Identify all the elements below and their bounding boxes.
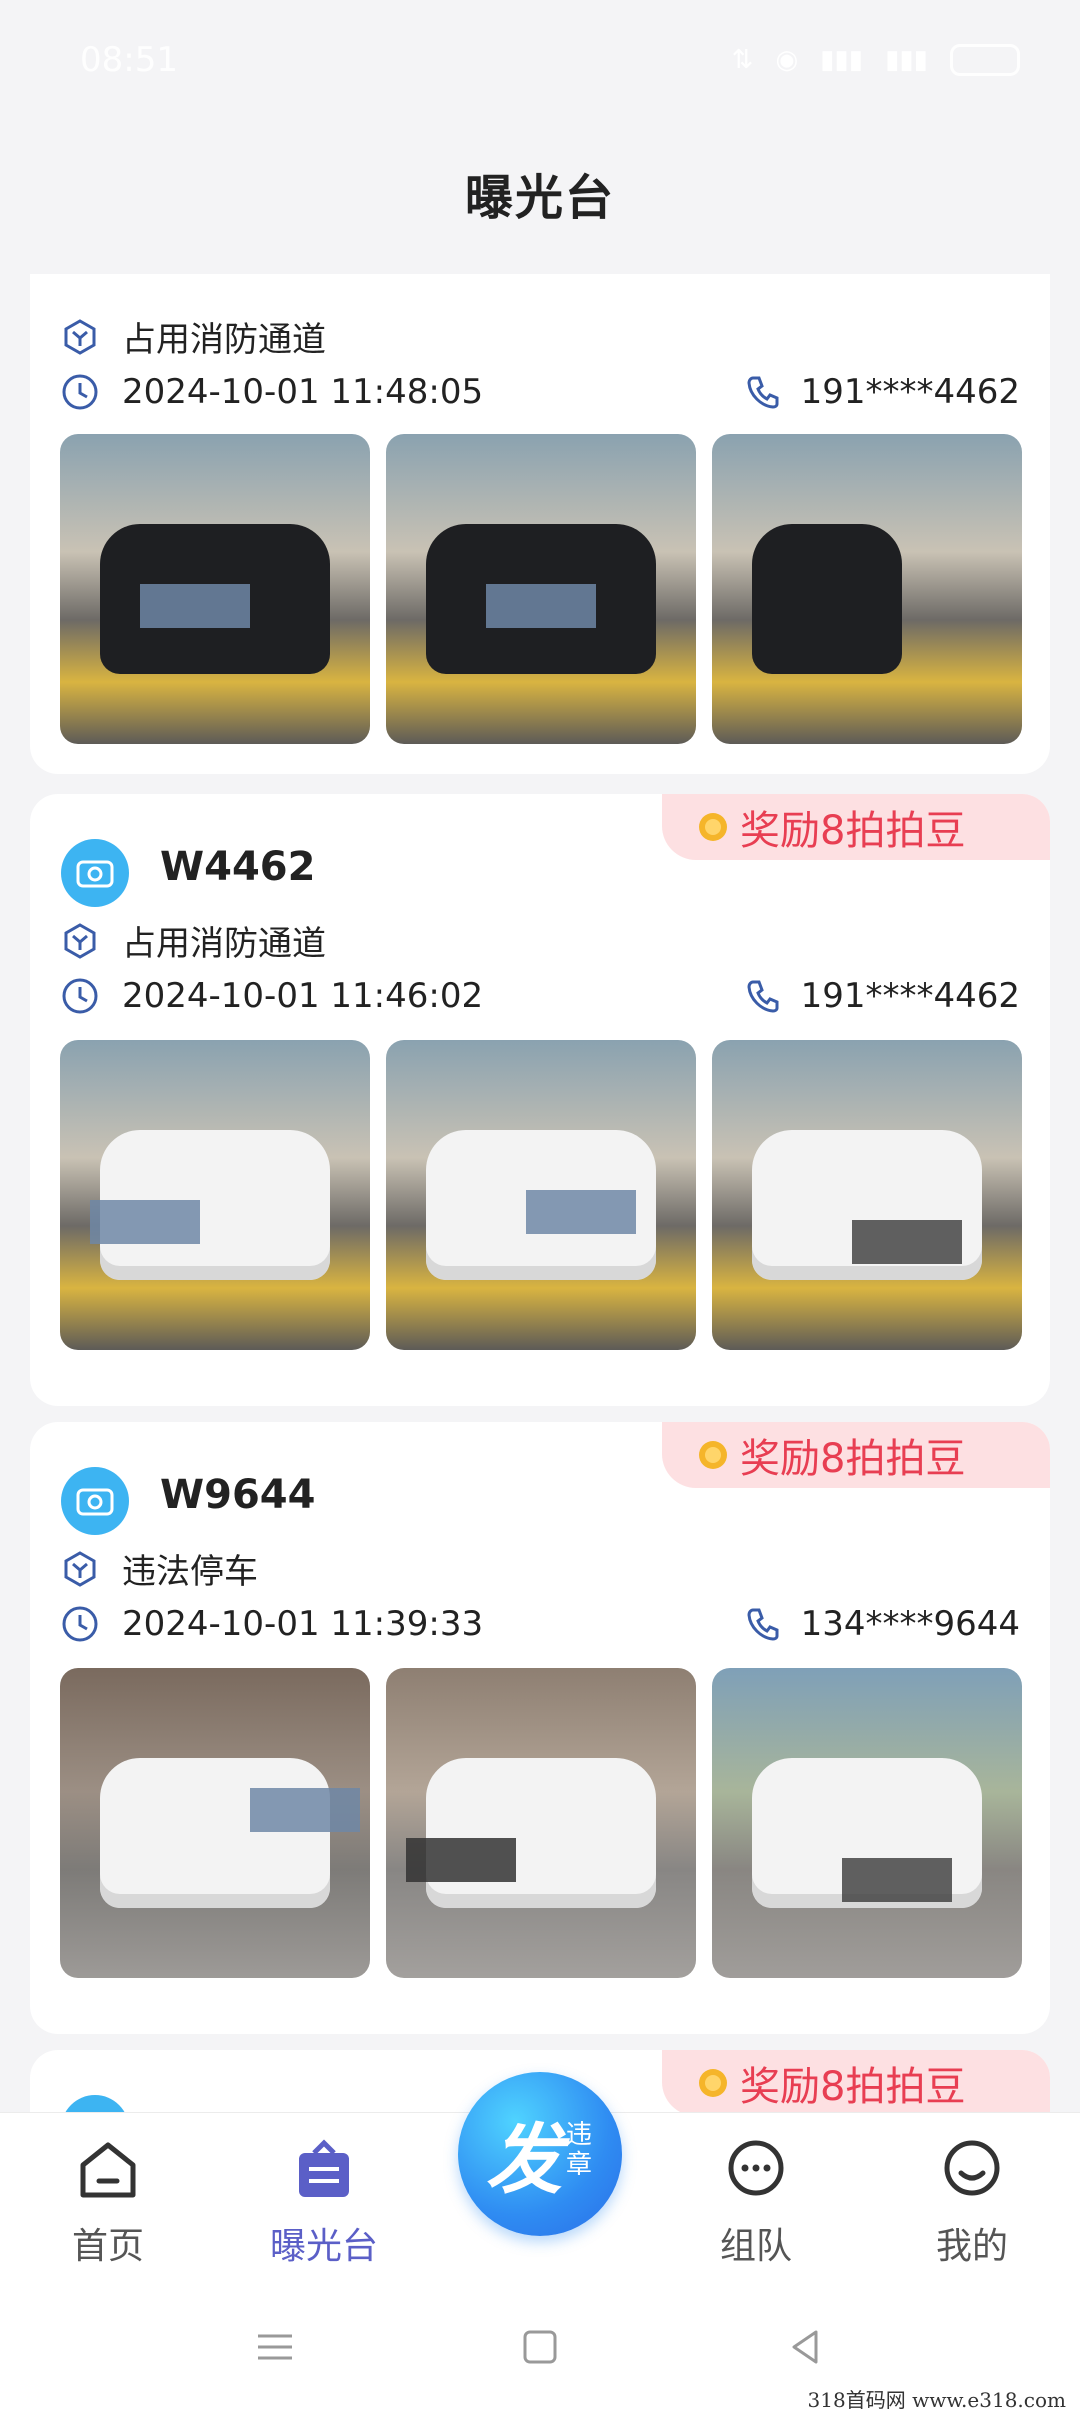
coin-icon xyxy=(699,1441,727,1469)
exposure-card[interactable]: 奖励8拍拍豆 W4462 占用消防通道 2024-10-01 11:46:02 … xyxy=(30,794,1050,1406)
exposure-card[interactable]: 奖励8拍拍豆 W9644 违法停车 2024-10-01 11:39:33 13… xyxy=(30,1422,1050,2034)
violation-type-icon xyxy=(64,318,96,355)
phone-row[interactable]: 134****9644 xyxy=(743,1604,1020,1644)
nav-home[interactable]: 首页 xyxy=(8,2135,208,2269)
violation-photo[interactable] xyxy=(386,434,696,744)
violation-type: 占用消防通道 xyxy=(122,320,326,360)
network-speed-icon: ⇅ xyxy=(731,45,754,75)
reporter-phone: 191****4462 xyxy=(800,976,1020,1016)
violation-row: 占用消防通道 xyxy=(60,916,326,965)
car-plate-icon xyxy=(61,839,129,907)
page-title: 曝光台 xyxy=(464,170,615,226)
report-time: 2024-10-01 11:48:05 xyxy=(122,372,484,412)
clock-icon xyxy=(62,978,98,1014)
violation-photo[interactable] xyxy=(386,1668,696,1978)
photo-grid xyxy=(60,434,1022,744)
coin-icon xyxy=(699,2069,727,2097)
violation-photo[interactable] xyxy=(712,434,1022,744)
clock-icon xyxy=(62,1606,98,1642)
violation-photo[interactable] xyxy=(60,1668,370,1978)
reporter-phone: 134****9644 xyxy=(800,1604,1020,1644)
violation-photo[interactable] xyxy=(712,1668,1022,1978)
nav-mine[interactable]: 我的 xyxy=(872,2135,1072,2269)
chat-icon xyxy=(728,2140,784,2196)
violation-row: 占用消防通道 xyxy=(60,312,326,361)
reward-text: 奖励8拍拍豆 xyxy=(740,2064,966,2110)
signal-icon: ▮▮▮ xyxy=(820,45,864,75)
reward-badge: 奖励8拍拍豆 xyxy=(662,1422,1050,1488)
nav-team[interactable]: 组队 xyxy=(656,2135,856,2269)
home-icon xyxy=(80,2142,136,2198)
coin-icon xyxy=(699,813,727,841)
reward-badge: 奖励8拍拍豆 xyxy=(662,2050,1050,2114)
photo-grid xyxy=(60,1668,1022,1978)
car-plate-icon xyxy=(64,2095,126,2114)
nav-team-label: 组队 xyxy=(719,2226,792,2267)
reward-text: 奖励8拍拍豆 xyxy=(740,808,966,854)
time-row: 2024-10-01 11:46:02 xyxy=(60,976,483,1016)
nav-exposure-label: 曝光台 xyxy=(269,2226,378,2267)
time-row: 2024-10-01 11:48:05 xyxy=(60,372,483,412)
phone-row[interactable]: 191****4462 xyxy=(743,976,1020,1016)
nav-home-label: 首页 xyxy=(71,2226,144,2267)
menu-icon[interactable] xyxy=(252,2324,298,2370)
violation-photo[interactable] xyxy=(60,434,370,744)
violation-photo[interactable] xyxy=(60,1040,370,1350)
fab-sub-text: 违章 xyxy=(566,2120,593,2180)
violation-type-icon xyxy=(64,1550,96,1587)
phone-icon xyxy=(747,376,779,409)
reward-badge: 奖励8拍拍豆 xyxy=(662,794,1050,860)
exposure-card[interactable]: 占用消防通道 2024-10-01 11:48:05 191****4462 xyxy=(30,274,1050,774)
time-row: 2024-10-01 11:39:33 xyxy=(60,1604,483,1644)
profile-icon xyxy=(944,2140,1000,2196)
exposure-feed[interactable]: 占用消防通道 2024-10-01 11:48:05 191****4462 奖… xyxy=(0,274,1080,2114)
home-button-icon[interactable] xyxy=(517,2324,563,2370)
status-time: 08:51 xyxy=(80,40,178,80)
reward-text: 奖励8拍拍豆 xyxy=(740,1436,966,1482)
violation-photo[interactable] xyxy=(386,1040,696,1350)
battery-icon xyxy=(950,44,1020,76)
plate-number: W9644 xyxy=(160,1472,316,1518)
violation-row: 违法停车 xyxy=(60,1544,258,1593)
plate-number: W4462 xyxy=(160,844,316,890)
report-time: 2024-10-01 11:46:02 xyxy=(122,976,484,1016)
clock-icon xyxy=(62,374,98,410)
phone-icon xyxy=(747,1608,779,1641)
report-time: 2024-10-01 11:39:33 xyxy=(122,1604,484,1644)
signal-2-icon: ▮▮▮ xyxy=(885,45,928,75)
wifi-icon: ◉ xyxy=(775,45,799,75)
nav-mine-label: 我的 xyxy=(935,2226,1008,2267)
fab-main-text: 发 xyxy=(486,2115,562,2204)
violation-type-icon xyxy=(64,922,96,959)
car-plate-icon xyxy=(61,1467,129,1535)
reporter-phone: 191****4462 xyxy=(800,372,1020,412)
report-violation-button[interactable]: 发 违章 xyxy=(458,2072,622,2236)
back-icon[interactable] xyxy=(782,2324,828,2370)
nav-exposure[interactable]: 曝光台 xyxy=(224,2135,424,2269)
phone-icon xyxy=(747,980,779,1013)
violation-type: 违法停车 xyxy=(122,1552,258,1592)
status-icons: ⇅ ◉ ▮▮▮ ▮▮▮ xyxy=(732,44,1020,76)
phone-row[interactable]: 191****4462 xyxy=(743,372,1020,412)
violation-type: 占用消防通道 xyxy=(122,924,326,964)
watermark: 318首码网 www.e318.com xyxy=(807,2388,1066,2412)
exposure-icon xyxy=(299,2139,349,2197)
photo-grid xyxy=(60,1040,1022,1350)
status-bar: 08:51 ⇅ ◉ ▮▮▮ ▮▮▮ xyxy=(0,0,1080,120)
violation-photo[interactable] xyxy=(712,1040,1022,1350)
